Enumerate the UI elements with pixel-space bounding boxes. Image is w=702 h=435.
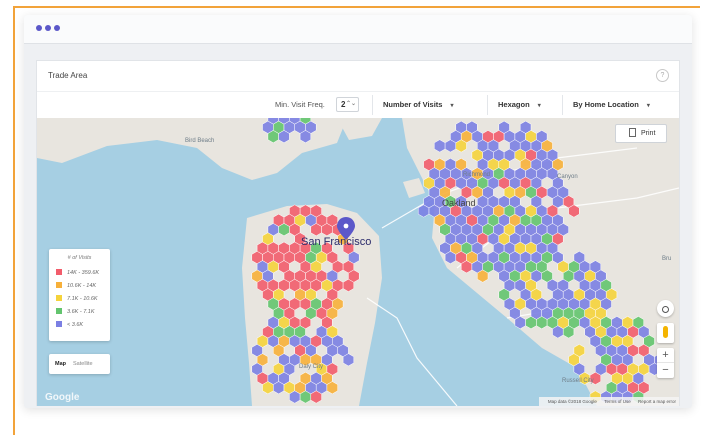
legend-label: 14K - 359.6K xyxy=(67,270,100,276)
window-dot xyxy=(54,25,60,31)
divider xyxy=(372,95,373,115)
map-type-map[interactable]: Map xyxy=(55,354,66,374)
legend-item: 10.6K - 14K xyxy=(56,282,96,292)
land-island xyxy=(403,178,425,198)
pegman-icon xyxy=(663,326,668,338)
visits-legend: # of Visits 14K - 359.6K 10.6K - 14K 7.1K … xyxy=(49,249,110,341)
divider xyxy=(487,95,488,115)
grouping-label: By Home Location xyxy=(573,100,639,109)
legend-item: < 3.6K xyxy=(56,321,83,331)
location-pin-dot xyxy=(343,223,349,229)
pegman-button[interactable] xyxy=(657,323,674,343)
road-line xyxy=(366,297,458,406)
legend-swatch xyxy=(56,295,62,301)
zoom-in-button[interactable]: + xyxy=(657,348,674,362)
legend-label: 3.6K - 7.1K xyxy=(67,309,95,315)
metric-dropdown[interactable]: Number of Visits ▾ xyxy=(383,100,453,109)
print-icon xyxy=(629,128,636,137)
stepper-arrows-icon[interactable]: ⌃⌄ xyxy=(346,98,356,111)
map-svg xyxy=(37,118,679,406)
google-logo: Google xyxy=(45,392,80,403)
map-label-bru: Bru xyxy=(662,256,672,262)
map-label-richmond: Richmond xyxy=(463,172,491,178)
filter-toolbar: Min. Visit Freq. 2 ⌃⌄ Number of Visits ▾ … xyxy=(37,91,679,118)
shape-dropdown[interactable]: Hexagon ▾ xyxy=(498,100,541,109)
window-dot xyxy=(36,25,42,31)
report-link[interactable]: Report a map error xyxy=(638,399,676,404)
map-label-oakland: Oakland xyxy=(442,198,476,208)
crosshair-icon xyxy=(662,306,669,313)
print-button[interactable]: Print xyxy=(615,124,667,143)
min-visit-value: 2 xyxy=(341,100,346,109)
legend-swatch xyxy=(56,282,62,288)
map-type-toggle[interactable]: Map Satellite xyxy=(49,354,110,374)
browser-toolbar xyxy=(24,15,692,44)
terms-link[interactable]: Terms of Use xyxy=(604,399,631,404)
legend-title: # of Visits xyxy=(67,255,92,261)
legend-swatch xyxy=(56,321,62,327)
chevron-down-icon: ▾ xyxy=(537,103,541,109)
window-dot xyxy=(45,25,51,31)
trade-area-panel: Trade Area ? Min. Visit Freq. 2 ⌃⌄ Numbe… xyxy=(36,60,680,406)
map-type-satellite[interactable]: Satellite xyxy=(73,354,93,374)
land-richmond-tip xyxy=(337,118,382,140)
chevron-down-icon: ▾ xyxy=(646,103,650,109)
zoom-out-button[interactable]: − xyxy=(657,362,674,377)
map-label-san-francisco: San Francisco xyxy=(301,236,372,248)
legend-label: 10.6K - 14K xyxy=(67,283,97,289)
min-visit-stepper[interactable]: 2 ⌃⌄ xyxy=(336,97,359,112)
divider xyxy=(562,95,563,115)
panel-title: Trade Area xyxy=(48,71,88,80)
location-button[interactable] xyxy=(657,300,674,317)
shape-label: Hexagon xyxy=(498,100,530,109)
help-icon[interactable]: ? xyxy=(656,69,669,82)
legend-label: < 3.6K xyxy=(67,322,84,328)
map-label-bird-beach: Bird Beach xyxy=(185,138,215,144)
legend-item: 14K - 359.6K xyxy=(56,269,99,279)
map-canvas[interactable]: Canyon Richmond Oakland Bird Beach Daly … xyxy=(37,118,679,406)
print-label: Print xyxy=(641,130,656,137)
attribution-data: Map data ©2018 Google xyxy=(547,399,597,404)
chevron-down-icon: ▾ xyxy=(450,103,454,109)
legend-label: 7.1K - 10.6K xyxy=(67,296,98,302)
map-label-daly-city: Daly City xyxy=(299,364,324,370)
legend-item: 3.6K - 7.1K xyxy=(56,308,95,318)
legend-swatch xyxy=(56,269,62,275)
legend-swatch xyxy=(56,308,62,314)
map-label-russell-city: Russell City xyxy=(562,378,594,384)
browser-window: Trade Area ? Min. Visit Freq. 2 ⌃⌄ Numbe… xyxy=(24,15,692,408)
min-visit-label: Min. Visit Freq. xyxy=(275,100,325,109)
map-attribution: Map data ©2018 Google Terms of Use Repor… xyxy=(538,397,679,406)
zoom-control: + − xyxy=(657,348,674,378)
map-label-canyon: Canyon xyxy=(557,174,578,180)
grouping-dropdown[interactable]: By Home Location ▾ xyxy=(573,100,650,109)
metric-label: Number of Visits xyxy=(383,100,443,109)
legend-item: 7.1K - 10.6K xyxy=(56,295,98,305)
